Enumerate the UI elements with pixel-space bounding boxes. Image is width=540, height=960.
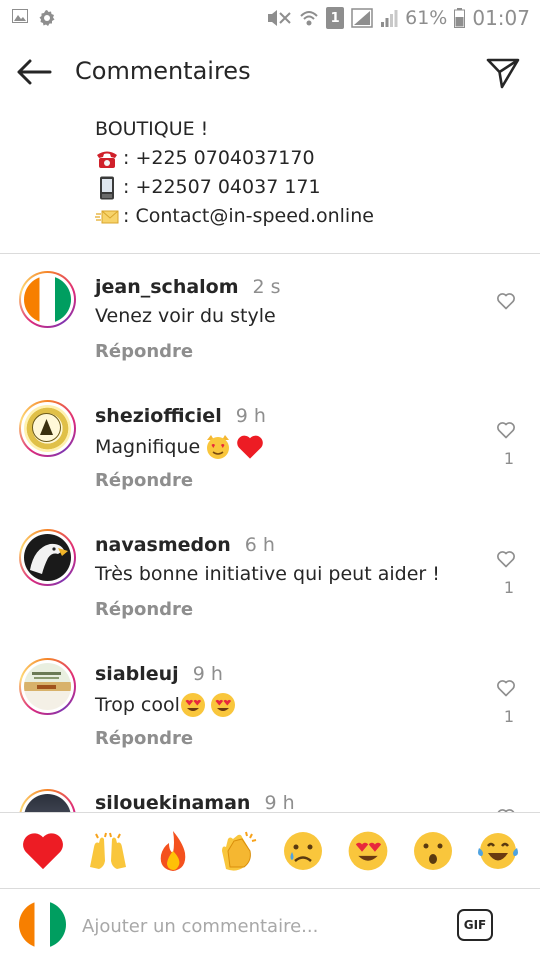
reply-button[interactable]: Répondre [95, 728, 193, 749]
status-bar: 1 61% 01:07 [0, 0, 540, 38]
header: Commentaires [0, 38, 540, 106]
share-button[interactable] [484, 54, 522, 92]
like-count: 1 [503, 707, 514, 726]
user-avatar [24, 794, 71, 812]
avatar[interactable] [19, 271, 76, 328]
clapping-hands-icon [221, 831, 256, 871]
heart-icon [22, 832, 63, 869]
heart-outline-icon[interactable] [496, 678, 516, 698]
wifi-icon [300, 11, 318, 26]
battery-percent: 61% [405, 7, 448, 29]
comment-time: 9 h [264, 792, 295, 812]
react-fire-button[interactable] [150, 828, 196, 874]
sad-tear-face-icon [283, 831, 322, 870]
avatar[interactable] [19, 789, 76, 812]
vibrate-mute-icon [268, 10, 291, 26]
ivory-coast-flag-avatar [24, 276, 71, 323]
comment-time: 9 h [235, 405, 266, 427]
comment-composer: GIF [0, 888, 540, 960]
clock: 01:07 [472, 6, 530, 30]
comment-item: siableuj 9 h Trop cool Répondre 1 [0, 641, 540, 770]
event-poster-avatar [24, 663, 71, 710]
react-raising-hands-button[interactable] [85, 828, 131, 874]
reply-button[interactable]: Répondre [95, 341, 193, 362]
caption-line: : +22507 04037 171 [95, 173, 515, 202]
comment-text: Très bonne initiative qui peut aider ! [95, 563, 440, 585]
comment-time: 6 h [244, 534, 275, 556]
comment-text: Magnifique [95, 434, 264, 460]
like-count: 1 [503, 449, 514, 468]
comment-username[interactable]: navasmedon 6 h [95, 534, 275, 556]
react-tears-of-joy-button[interactable] [475, 828, 521, 874]
reply-button[interactable]: Répondre [95, 470, 193, 491]
heart-eyes-cat-icon [207, 435, 230, 459]
fire-icon [160, 830, 185, 871]
page-title: Commentaires [75, 57, 251, 85]
comment-username[interactable]: shezi­officiel 9 h [95, 405, 266, 427]
back-button[interactable] [16, 56, 56, 88]
react-heart-button[interactable] [20, 828, 66, 874]
react-clapping-button[interactable] [215, 828, 261, 874]
paper-plane-icon [486, 58, 520, 89]
mobile-phone-icon [95, 176, 119, 199]
reply-button[interactable]: Répondre [95, 599, 193, 620]
comment-text: Trop cool [95, 692, 236, 718]
caption-line: BOUTIQUE ! [95, 115, 515, 144]
my-avatar [19, 901, 66, 948]
signal-2-icon [381, 10, 398, 27]
gif-button[interactable]: GIF [457, 909, 493, 941]
react-sad-button[interactable] [280, 828, 326, 874]
surprised-face-icon [413, 831, 452, 870]
tears-of-joy-icon [477, 832, 518, 869]
comment-text: Venez voir du style [95, 305, 276, 327]
comment-username[interactable]: jean_schalom 2 s [95, 276, 281, 298]
telephone-icon [95, 148, 119, 170]
signal-icon [351, 8, 373, 28]
raising-hands-icon [89, 832, 126, 869]
comment-item: navasmedon 6 h Très bonne initiative qui … [0, 512, 540, 641]
gif-label: GIF [463, 918, 487, 932]
arrow-left-icon [17, 59, 52, 85]
heart-eyes-icon [180, 693, 205, 717]
comment-item: silouekinaman 9 h [0, 770, 540, 812]
heart-outline-icon[interactable] [496, 291, 516, 311]
avatar[interactable] [19, 529, 76, 586]
avatar[interactable] [19, 658, 76, 715]
sim-badge-number: 1 [330, 10, 340, 26]
comment-input[interactable] [82, 913, 432, 939]
eagle-avatar [24, 534, 71, 581]
settings-notification-icon [39, 10, 55, 26]
caption-phone-1: : +225 0704037170 [123, 147, 315, 169]
comment-time: 9 h [192, 663, 223, 685]
like-count: 1 [503, 578, 514, 597]
react-surprised-button[interactable] [410, 828, 456, 874]
comment-username[interactable]: siableuj 9 h [95, 663, 223, 685]
red-heart-icon [237, 435, 263, 459]
caption-title: BOUTIQUE ! [95, 118, 209, 140]
heart-eyes-face-icon [348, 831, 387, 870]
caption-phone-2: : +22507 04037 171 [123, 176, 321, 198]
comment-time: 2 s [252, 276, 281, 298]
quick-reactions-bar [0, 812, 540, 888]
gallery-notification-icon [12, 9, 28, 23]
battery-icon [454, 8, 466, 28]
heart-outline-icon[interactable] [496, 549, 516, 569]
sim-badge: 1 [326, 7, 345, 29]
heart-eyes-icon [210, 693, 235, 717]
caption-line: : +225 0704037170 [95, 144, 515, 173]
shezi-logo-avatar [24, 405, 71, 452]
comment-username[interactable]: silouekinaman 9 h [95, 792, 295, 812]
envelope-incoming-icon [95, 206, 119, 228]
avatar[interactable] [19, 400, 76, 457]
heart-outline-icon[interactable] [496, 420, 516, 440]
react-heart-eyes-button[interactable] [345, 828, 391, 874]
comments-list[interactable]: jean_schalom 2 s Venez voir du style Répo… [0, 254, 540, 812]
caption-email: : Contact@in-speed.online [123, 205, 374, 227]
comment-item: jean_schalom 2 s Venez voir du style Répo… [0, 254, 540, 383]
post-caption: BOUTIQUE ! : +225 0704037170 : +22507 04… [95, 115, 515, 231]
comment-item: shezi­officiel 9 h Magnifique Répondre 1 [0, 383, 540, 512]
caption-line: : Contact@in-speed.online [95, 202, 515, 231]
